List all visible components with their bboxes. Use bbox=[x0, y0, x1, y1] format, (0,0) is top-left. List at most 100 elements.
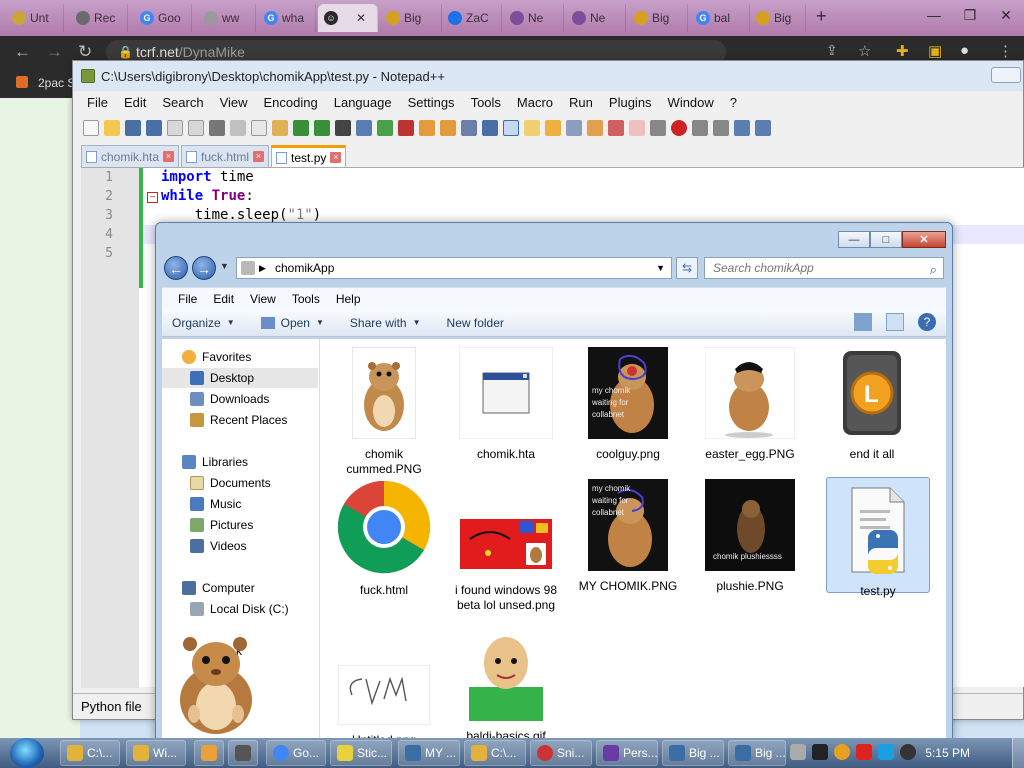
browser-tab[interactable]: Gwha bbox=[258, 4, 316, 32]
record-icon[interactable] bbox=[671, 120, 687, 136]
doc-map-icon[interactable] bbox=[545, 120, 561, 136]
play-icon[interactable] bbox=[713, 120, 729, 136]
menu-help[interactable]: ? bbox=[722, 95, 745, 110]
browser-tab[interactable]: Gbal bbox=[690, 4, 750, 32]
file-item[interactable]: chomik.hta bbox=[454, 346, 558, 462]
browser-tab[interactable]: Rec bbox=[70, 4, 128, 32]
taskbar-item[interactable]: Big ... bbox=[728, 740, 786, 766]
volume-icon[interactable] bbox=[900, 744, 916, 760]
tray-icon[interactable] bbox=[834, 744, 850, 760]
new-tab-button[interactable]: + bbox=[816, 6, 827, 27]
menu-plugins[interactable]: Plugins bbox=[601, 95, 660, 110]
taskbar-item[interactable]: Wi... bbox=[126, 740, 186, 766]
forward-arrow-icon[interactable]: → bbox=[192, 256, 216, 280]
share-icon[interactable]: ⇪ bbox=[826, 42, 838, 59]
sync-horizontal-icon[interactable] bbox=[440, 120, 456, 136]
file-item[interactable]: Untitled.png bbox=[332, 629, 436, 748]
file-item[interactable]: i found windows 98 beta lol unsed.png bbox=[454, 479, 558, 613]
taskbar-item[interactable]: Pers... bbox=[596, 740, 658, 766]
replace-icon[interactable] bbox=[356, 120, 372, 136]
close-icon[interactable]: ✕ bbox=[902, 231, 946, 248]
reload-icon[interactable]: ↻ bbox=[78, 42, 92, 62]
udl-icon[interactable] bbox=[524, 120, 540, 136]
menu-file[interactable]: File bbox=[170, 292, 205, 306]
browser-tab[interactable]: G Goo bbox=[134, 4, 192, 32]
file-item[interactable]: fuck.html bbox=[332, 479, 436, 598]
browser-tab[interactable]: ZaC bbox=[442, 4, 502, 32]
forward-arrow-icon[interactable]: → bbox=[46, 42, 63, 62]
menu-window[interactable]: Window bbox=[660, 95, 722, 110]
menu-run[interactable]: Run bbox=[561, 95, 601, 110]
tab-close-icon[interactable]: ✕ bbox=[356, 11, 366, 25]
stop-icon[interactable] bbox=[692, 120, 708, 136]
browser-tab[interactable]: Big bbox=[628, 4, 688, 32]
play-multiple-icon[interactable] bbox=[734, 120, 750, 136]
taskbar-item[interactable]: MY ... bbox=[398, 740, 460, 766]
find-icon[interactable] bbox=[335, 120, 351, 136]
menu-tools[interactable]: Tools bbox=[284, 292, 328, 306]
address-bar[interactable]: ▶ chomikApp ▼ bbox=[236, 257, 672, 279]
change-view-icon[interactable] bbox=[854, 313, 872, 331]
nav-recent-places[interactable]: Recent Places bbox=[190, 410, 287, 430]
browser-tab[interactable]: Ne bbox=[504, 4, 564, 32]
sync-vertical-icon[interactable] bbox=[419, 120, 435, 136]
preview-pane-icon[interactable] bbox=[886, 313, 904, 331]
file-item[interactable]: my chomik waiting for collabnet coolguy.… bbox=[576, 347, 680, 462]
taskbar-item[interactable]: Big ... bbox=[662, 740, 724, 766]
menu-macro[interactable]: Macro bbox=[509, 95, 561, 110]
profile-avatar-icon[interactable]: ● bbox=[960, 42, 969, 59]
search-input[interactable]: Search chomikApp ⌕ bbox=[704, 257, 944, 279]
hamster-desktop-pet[interactable] bbox=[168, 630, 264, 738]
menu-file[interactable]: File bbox=[79, 95, 116, 110]
menu-encoding[interactable]: Encoding bbox=[256, 95, 326, 110]
browser-tab[interactable]: Ne bbox=[566, 4, 626, 32]
taskbar-item[interactable]: Sni... bbox=[530, 740, 592, 766]
tab-close-icon[interactable]: × bbox=[253, 151, 265, 162]
file-tab-active[interactable]: test.py × bbox=[271, 145, 347, 167]
close-file-icon[interactable] bbox=[167, 120, 183, 136]
minimize-icon[interactable]: — bbox=[916, 0, 952, 30]
browser-tab[interactable]: Big bbox=[380, 4, 442, 32]
tray-icon[interactable] bbox=[812, 744, 828, 760]
nav-libraries[interactable]: Libraries bbox=[182, 452, 248, 472]
browser-tab[interactable]: Big bbox=[750, 4, 806, 32]
menu-tools[interactable]: Tools bbox=[463, 95, 509, 110]
sidepanel-icon[interactable]: ▣ bbox=[928, 42, 942, 60]
organize-button[interactable]: Organize ▼ bbox=[172, 316, 235, 330]
taskbar-item[interactable] bbox=[228, 740, 258, 766]
minimize-button[interactable] bbox=[991, 67, 1021, 83]
new-file-icon[interactable] bbox=[83, 120, 99, 136]
close-icon[interactable]: ✕ bbox=[988, 0, 1024, 30]
function-list-icon[interactable] bbox=[566, 120, 582, 136]
nav-computer[interactable]: Computer bbox=[182, 578, 255, 598]
help-icon[interactable]: ? bbox=[918, 313, 936, 331]
menu-dots-icon[interactable]: ⋮ bbox=[998, 42, 1013, 60]
menu-edit[interactable]: Edit bbox=[205, 292, 242, 306]
taskbar-item[interactable]: C:\... bbox=[464, 740, 526, 766]
save-all-icon[interactable] bbox=[146, 120, 162, 136]
copy-icon[interactable] bbox=[251, 120, 267, 136]
cut-icon[interactable] bbox=[230, 120, 246, 136]
nav-favorites[interactable]: Favorites bbox=[182, 347, 251, 367]
record-macro-icon[interactable] bbox=[629, 120, 645, 136]
extensions-icon[interactable]: ✚ bbox=[896, 42, 909, 60]
word-wrap-icon[interactable] bbox=[461, 120, 477, 136]
refresh-icon[interactable]: ⇆ bbox=[676, 257, 698, 279]
browser-tab[interactable]: Unt bbox=[6, 4, 64, 32]
nav-documents[interactable]: Documents bbox=[190, 473, 271, 493]
start-button[interactable] bbox=[10, 738, 44, 768]
maximize-icon[interactable]: □ bbox=[870, 231, 902, 248]
show-desktop-button[interactable] bbox=[1012, 738, 1024, 768]
menu-search[interactable]: Search bbox=[154, 95, 211, 110]
tab-close-icon[interactable]: × bbox=[330, 152, 342, 163]
clock[interactable]: 5:15 PM bbox=[925, 746, 970, 760]
nav-local-disk[interactable]: Local Disk (C:) bbox=[190, 599, 289, 619]
menu-help[interactable]: Help bbox=[328, 292, 369, 306]
browser-tab-active[interactable]: ☺ ✕ bbox=[318, 4, 378, 32]
folder-workspace-icon[interactable] bbox=[587, 120, 603, 136]
show-all-chars-icon[interactable] bbox=[482, 120, 498, 136]
save-icon[interactable] bbox=[125, 120, 141, 136]
file-tab[interactable]: fuck.html × bbox=[181, 145, 270, 167]
bookmark-star-icon[interactable]: ☆ bbox=[858, 42, 871, 60]
file-tab[interactable]: chomik.hta × bbox=[81, 145, 180, 167]
